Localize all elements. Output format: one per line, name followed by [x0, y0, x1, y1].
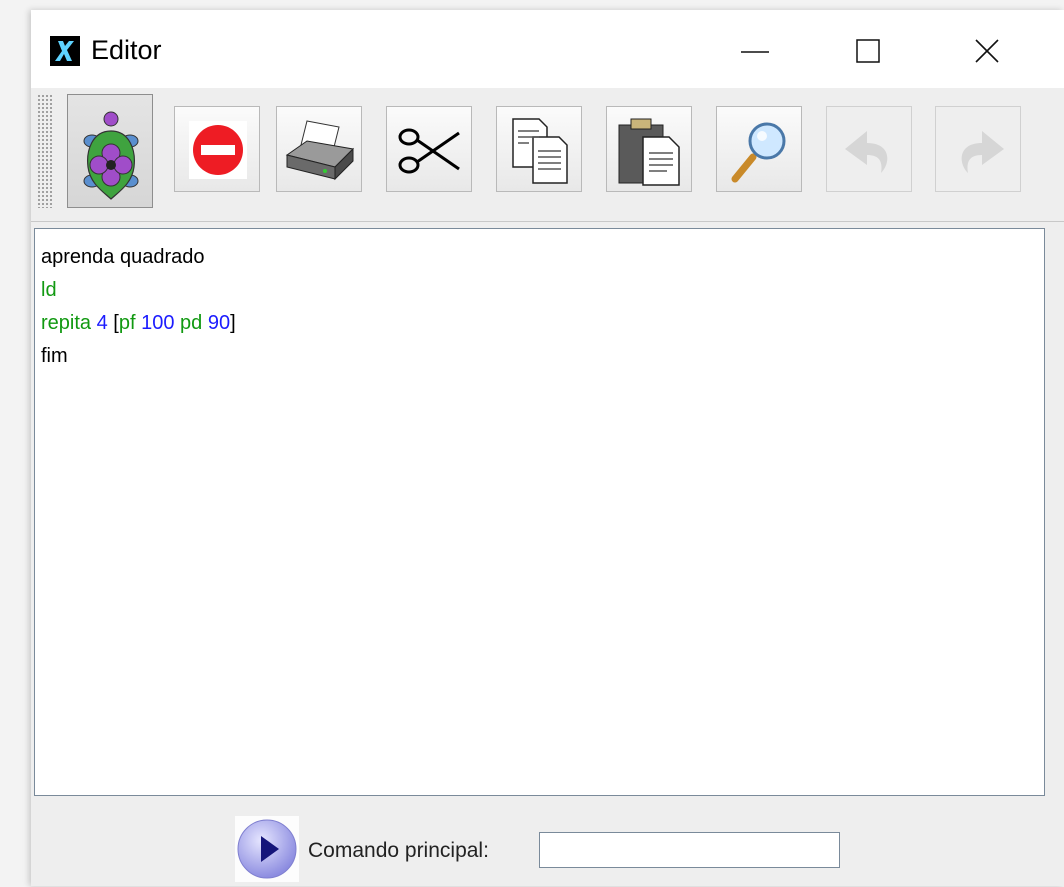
undo-button[interactable] — [826, 106, 912, 192]
paste-button[interactable] — [606, 106, 692, 192]
toolbar-grip[interactable] — [37, 94, 53, 208]
code-token: aprenda quadrado — [41, 246, 205, 268]
minimize-button[interactable] — [725, 30, 785, 74]
command-bar: Comando principal: — [31, 796, 1064, 886]
window-title: Editor — [91, 35, 162, 65]
app-logo-icon — [50, 36, 80, 66]
print-button[interactable] — [276, 106, 362, 192]
stop-button[interactable] — [174, 106, 260, 192]
code-token: [ — [107, 312, 119, 334]
code-token: 90 — [207, 312, 231, 334]
maximize-icon — [856, 39, 880, 63]
code-line[interactable]: repita 4 [pf 100 pd 90] — [41, 307, 1038, 340]
code-line[interactable]: fim — [41, 340, 1038, 373]
maximize-button[interactable] — [837, 30, 897, 74]
code-editor[interactable]: aprenda quadrado ld repita 4 [pf 100 pd 90… — [34, 228, 1045, 796]
code-token: 4 — [96, 312, 108, 334]
redo-icon — [961, 131, 1004, 173]
cut-button[interactable] — [386, 106, 472, 192]
code-token: pd — [174, 312, 208, 334]
scissors-icon — [398, 128, 460, 174]
command-label: Comando principal: — [308, 839, 489, 862]
undo-icon — [845, 131, 888, 173]
find-button[interactable] — [716, 106, 802, 192]
paste-icon — [618, 118, 680, 186]
code-token: 100 — [141, 312, 175, 334]
code-token: ] — [230, 312, 236, 334]
printer-icon — [285, 120, 355, 181]
play-icon — [237, 819, 297, 879]
code-token: pf — [118, 312, 142, 334]
code-line[interactable]: ld — [41, 274, 1038, 307]
code-token: ld — [41, 279, 57, 301]
code-token: repita — [41, 312, 97, 334]
title-bar[interactable]: Editor — [31, 10, 1064, 88]
stop-icon — [189, 121, 247, 179]
command-input[interactable] — [539, 832, 840, 868]
toolbar — [31, 88, 1064, 224]
close-button[interactable] — [957, 30, 1017, 74]
close-icon — [975, 39, 999, 63]
minimize-icon — [741, 51, 769, 53]
code-line[interactable]: aprenda quadrado — [41, 241, 1038, 274]
copy-icon — [512, 118, 568, 184]
editor-window: Editor aprenda quadrado ld repita 4 [pf … — [31, 10, 1064, 886]
run-button[interactable] — [235, 816, 299, 882]
turtle-button[interactable] — [67, 94, 153, 208]
code-token: fim — [41, 345, 68, 367]
copy-button[interactable] — [496, 106, 582, 192]
turtle-icon — [83, 111, 139, 200]
redo-button[interactable] — [935, 106, 1021, 192]
magnifier-icon — [731, 122, 786, 183]
toolbar-divider — [31, 221, 1064, 222]
